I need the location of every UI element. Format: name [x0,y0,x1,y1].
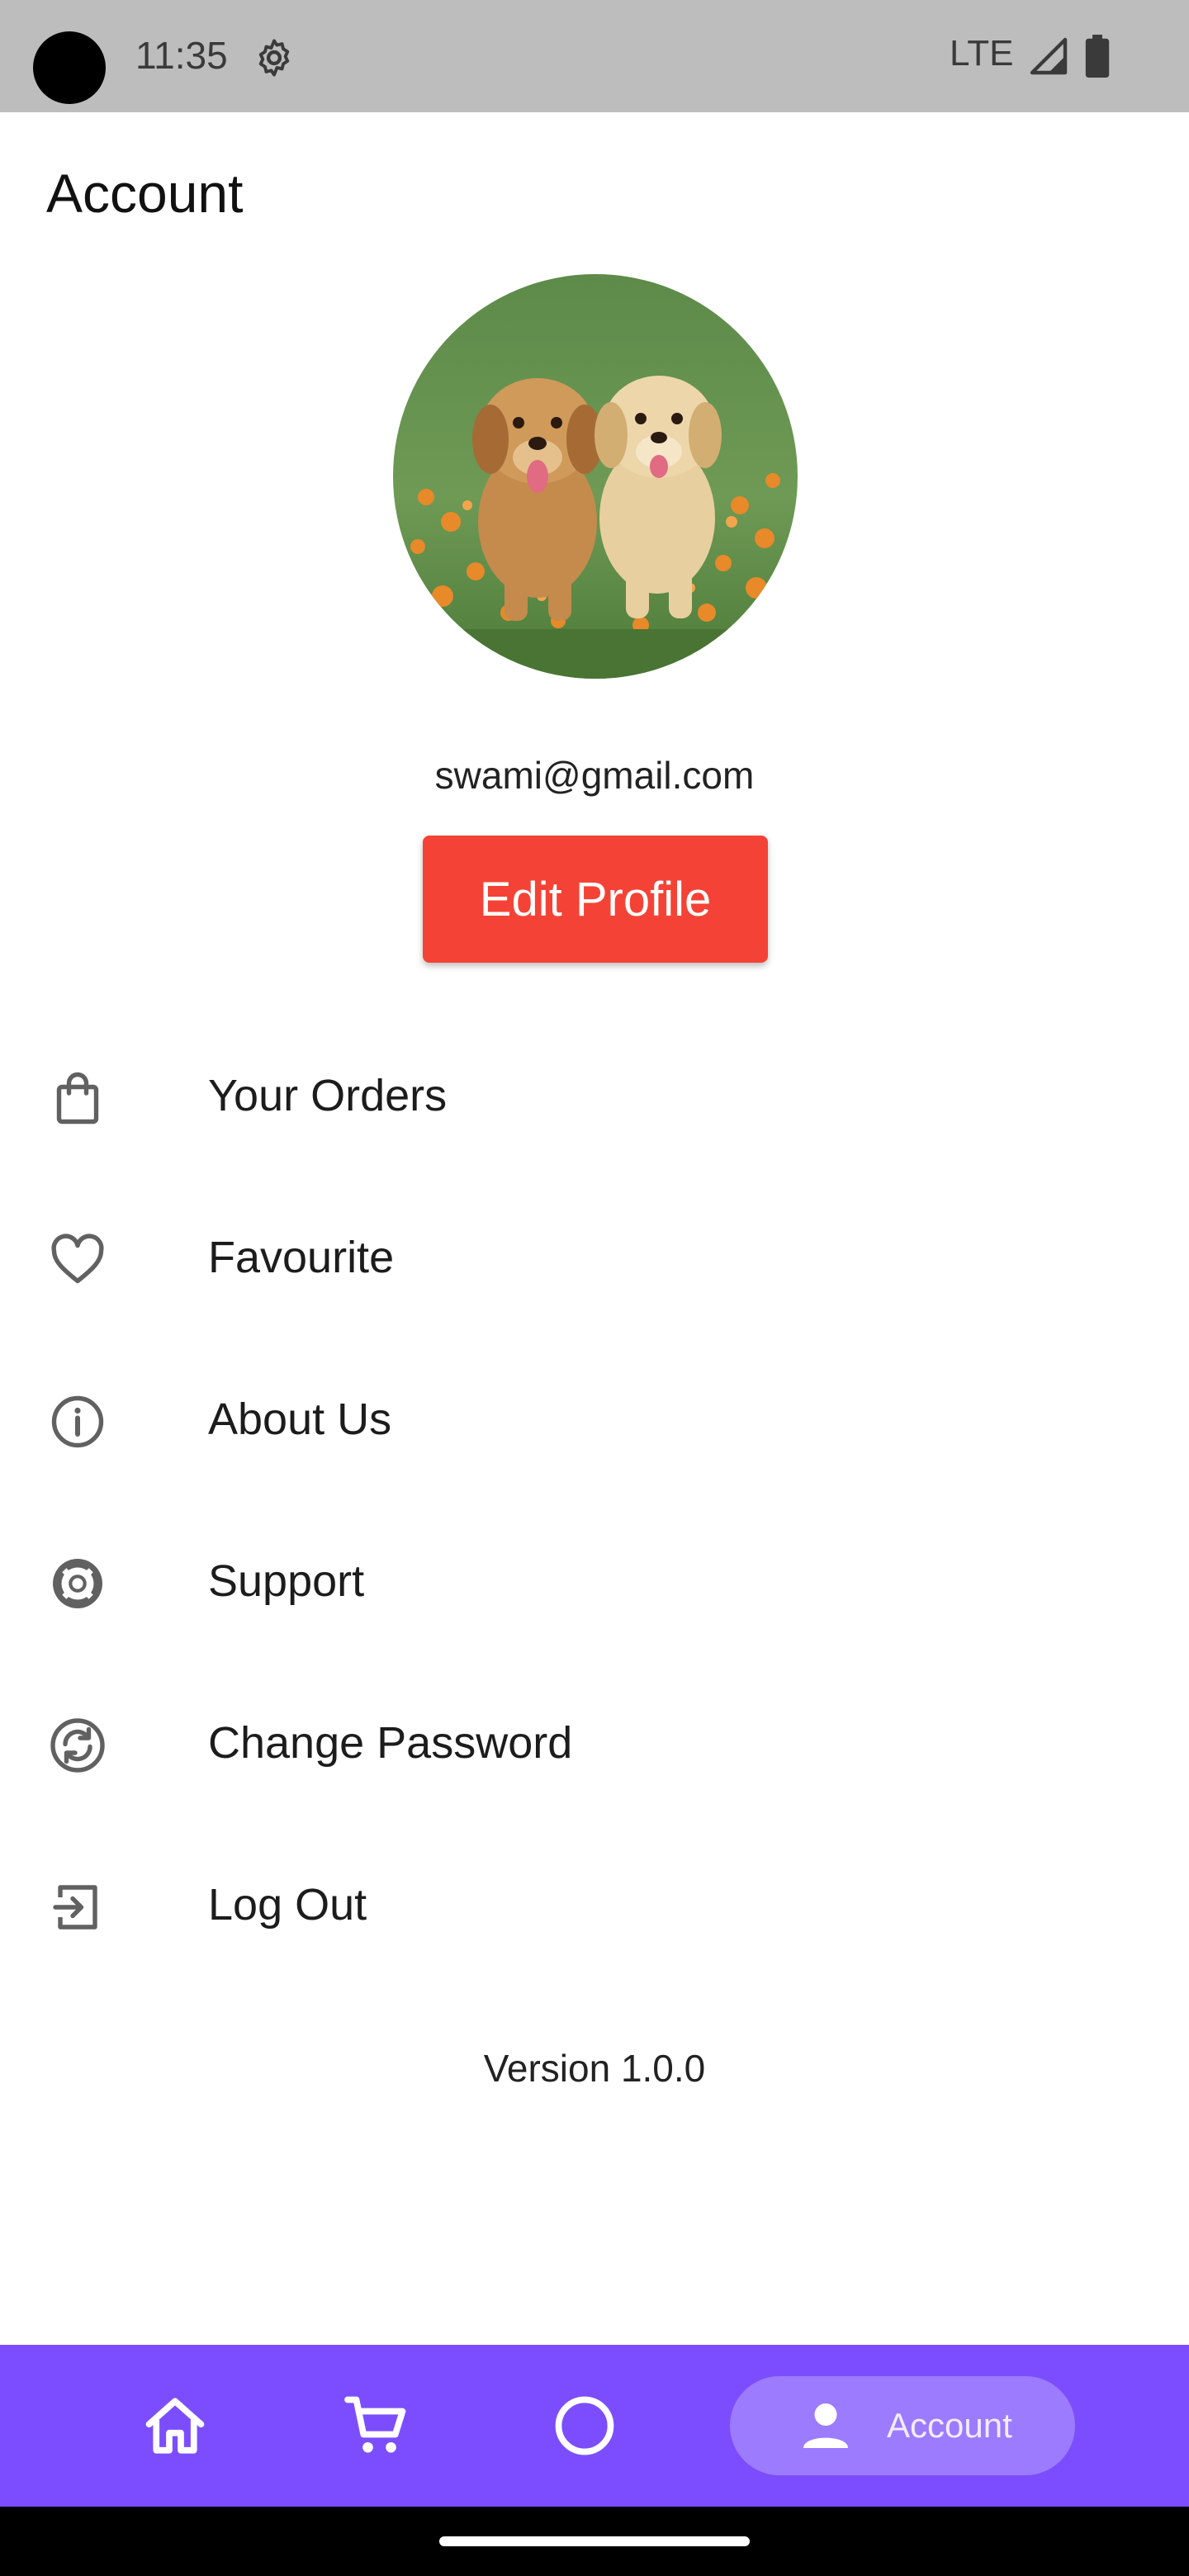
info-icon [51,1395,104,1448]
page-title: Account [46,163,244,224]
user-email: swami@gmail.com [434,754,755,797]
person-icon [803,2403,848,2448]
nav-account-tab[interactable]: Account [730,2376,1075,2475]
bottom-navigation: Account [0,2345,1189,2507]
shopping-bag-icon [56,1072,99,1125]
menu-item-about-us[interactable]: About Us [0,1341,1189,1503]
status-time: 11:35 [135,34,228,77]
menu-item-favourite[interactable]: Favourite [0,1179,1189,1341]
signal-icon [1030,37,1068,75]
menu-item-log-out[interactable]: Log Out [0,1826,1189,1988]
menu-item-label: Log Out [208,1880,367,1930]
camera-cutout [33,31,106,104]
settings-gear-icon [258,39,290,77]
menu-item-label: Favourite [208,1233,395,1282]
edit-profile-button[interactable]: Edit Profile [423,836,768,963]
cart-icon[interactable] [342,2391,411,2460]
system-gesture-area [0,2507,1189,2576]
status-bar: 11:35 LTE [0,0,1189,112]
menu-item-change-password[interactable]: Change Password [0,1664,1189,1826]
heart-icon [51,1234,104,1284]
menu-item-label: Your Orders [208,1071,448,1120]
refresh-lock-icon [50,1718,105,1773]
menu-item-label: About Us [208,1395,392,1444]
menu-item-support[interactable]: Support [0,1503,1189,1664]
gesture-handle[interactable] [439,2536,750,2546]
avatar-photo [393,274,798,679]
app-version: Version 1.0.0 [483,2047,706,2090]
home-icon[interactable] [140,2391,210,2460]
lifebuoy-icon [53,1559,102,1608]
logout-icon [53,1885,97,1930]
network-type: LTE [950,33,1014,73]
nav-account-label: Account [887,2406,1012,2445]
battery-icon [1085,35,1110,78]
circle-icon[interactable] [550,2391,619,2460]
menu-item-label: Support [208,1556,365,1606]
avatar[interactable] [393,274,798,679]
menu-item-your-orders[interactable]: Your Orders [0,1017,1189,1179]
menu-item-label: Change Password [208,1718,573,1768]
